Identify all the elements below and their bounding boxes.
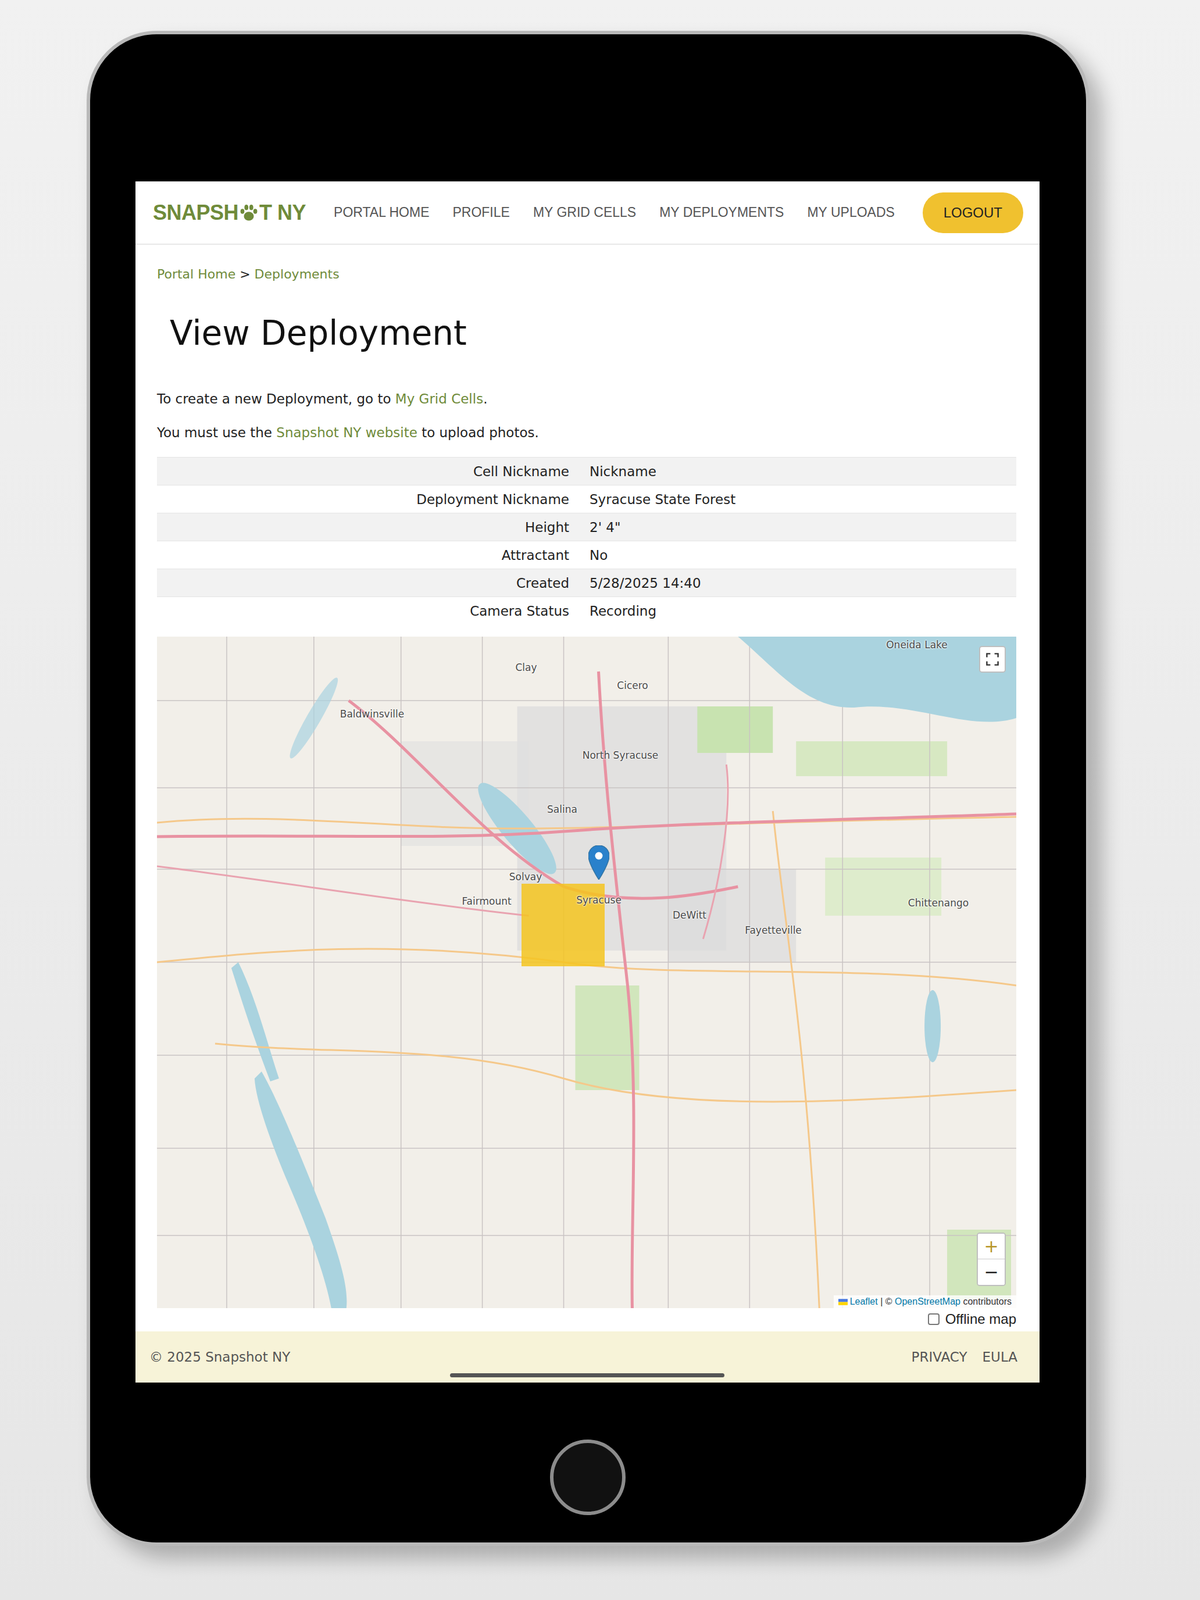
details-row: Cell NicknameNickname bbox=[156, 456, 1017, 485]
map-place-label: Syracuse bbox=[576, 894, 622, 906]
details-value: Recording bbox=[589, 603, 1017, 619]
map-place-label: Solvay bbox=[509, 870, 542, 883]
details-label: Attractant bbox=[156, 547, 590, 563]
device-chin bbox=[135, 1382, 1040, 1543]
details-value: No bbox=[589, 547, 1017, 563]
map-place-label: Oneida Lake bbox=[886, 638, 948, 651]
map-attribution: Leaflet | © OpenStreetMap contributors bbox=[833, 1295, 1017, 1309]
note-link[interactable]: Snapshot NY website bbox=[276, 425, 418, 441]
nav-item[interactable]: MY GRID CELLS bbox=[533, 204, 637, 221]
home-indicator bbox=[450, 1373, 725, 1378]
paw-icon bbox=[238, 202, 259, 223]
map-place-label: Cicero bbox=[616, 679, 648, 692]
nav-item[interactable]: MY UPLOADS bbox=[806, 204, 895, 221]
top-nav-bar: SNAPSHT NY PORTAL HOME PROFILE MY GRID CELL… bbox=[135, 181, 1040, 245]
offline-map-toggle[interactable]: Offline map bbox=[156, 1309, 1017, 1330]
zoom-in-button[interactable]: + bbox=[977, 1233, 1005, 1260]
map-place-label: Fayetteville bbox=[744, 924, 802, 937]
info-note: You must use the Snapshot NY website to … bbox=[156, 422, 1017, 443]
details-row: Camera StatusRecording bbox=[156, 596, 1017, 625]
map[interactable]: Oneida Lake Clay Cicero Baldwinsville North … bbox=[156, 636, 1017, 1309]
footer-link[interactable]: PRIVACY bbox=[911, 1349, 968, 1365]
zoom-control: +− bbox=[976, 1232, 1006, 1287]
details-label: Cell Nickname bbox=[156, 463, 590, 480]
stage: SNAPSHT NY PORTAL HOME PROFILE MY GRID CELL… bbox=[0, 0, 1200, 1600]
footer-link[interactable]: EULA bbox=[982, 1349, 1018, 1365]
offline-map-checkbox[interactable] bbox=[927, 1313, 940, 1325]
breadcrumb-separator: > bbox=[235, 266, 255, 282]
info-note: To create a new Deployment, go to My Gri… bbox=[156, 388, 1017, 409]
nav-item[interactable]: PORTAL HOME bbox=[333, 204, 430, 221]
details-label: Height bbox=[156, 519, 590, 535]
map-place-label: Chittenango bbox=[908, 897, 969, 909]
map-place-label: DeWitt bbox=[672, 909, 707, 921]
details-table: Cell NicknameNicknameDeployment Nickname… bbox=[156, 456, 1017, 625]
breadcrumb-link[interactable]: Deployments bbox=[254, 266, 340, 282]
map-place-label: Salina bbox=[547, 803, 578, 816]
map-place-label: Baldwinsville bbox=[340, 708, 405, 720]
logo[interactable]: SNAPSHT NY bbox=[152, 200, 306, 225]
page-title: View Deployment bbox=[169, 312, 1017, 355]
details-row: Created5/28/2025 14:40 bbox=[156, 568, 1017, 597]
details-label: Created bbox=[156, 575, 590, 591]
location-pin-icon[interactable] bbox=[588, 845, 610, 880]
leaflet-link[interactable]: Leaflet bbox=[850, 1296, 878, 1307]
copyright: © 2025 Snapshot NY bbox=[149, 1349, 291, 1365]
details-value: Syracuse State Forest bbox=[589, 491, 1017, 507]
breadcrumb: Portal Home > Deployments bbox=[156, 266, 1017, 283]
offline-map-label: Offline map bbox=[945, 1311, 1017, 1328]
note-link[interactable]: My Grid Cells bbox=[395, 391, 484, 407]
details-row: Deployment NicknameSyracuse State Forest bbox=[156, 484, 1017, 513]
osm-link[interactable]: OpenStreetMap bbox=[894, 1296, 961, 1307]
details-value: 2' 4" bbox=[589, 519, 1017, 535]
tablet-device: SNAPSHT NY PORTAL HOME PROFILE MY GRID CELL… bbox=[86, 30, 1090, 1546]
details-label: Camera Status bbox=[156, 603, 590, 619]
home-button[interactable] bbox=[550, 1439, 626, 1516]
nav-item[interactable]: MY DEPLOYMENTS bbox=[659, 204, 784, 221]
details-value: Nickname bbox=[589, 463, 1017, 480]
breadcrumb-link[interactable]: Portal Home bbox=[156, 266, 236, 282]
details-value: 5/28/2025 14:40 bbox=[589, 575, 1017, 591]
map-tiles bbox=[156, 636, 1017, 1309]
nav-item[interactable]: PROFILE bbox=[452, 204, 510, 221]
footer-links: PRIVACY EULA bbox=[911, 1349, 1018, 1365]
fullscreen-button[interactable] bbox=[979, 645, 1006, 673]
details-row: AttractantNo bbox=[156, 540, 1017, 569]
map-place-label: Clay bbox=[515, 661, 537, 674]
screen: SNAPSHT NY PORTAL HOME PROFILE MY GRID CELL… bbox=[135, 181, 1040, 1383]
zoom-out-button[interactable]: − bbox=[977, 1259, 1005, 1285]
page-content: Portal Home > Deployments View Deployment… bbox=[135, 244, 1040, 1332]
details-label: Deployment Nickname bbox=[156, 491, 590, 507]
details-row: Height2' 4" bbox=[156, 512, 1017, 541]
fullscreen-icon bbox=[985, 652, 1000, 667]
ukraine-flag-icon bbox=[838, 1298, 848, 1306]
map-place-label: Fairmount bbox=[461, 895, 512, 907]
map-place-label: North Syracuse bbox=[582, 749, 659, 762]
nav-menu: PORTAL HOME PROFILE MY GRID CELLS MY DEPLOY… bbox=[333, 204, 895, 221]
logout-button[interactable]: LOGOUT bbox=[922, 192, 1024, 234]
